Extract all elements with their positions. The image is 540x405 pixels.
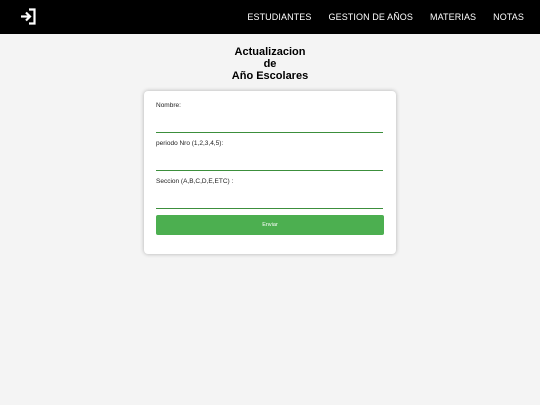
logout-icon[interactable] <box>20 8 36 25</box>
periodo-label: periodo Nro (1,2,3,4,5): <box>156 140 224 147</box>
seccion-label: Seccion (A,B,C,D,E,ETC) : <box>156 178 234 185</box>
submit-button[interactable]: Enviar <box>156 215 384 235</box>
navbar: ESTUDIANTES GESTION DE AÑOS MATERIAS NOT… <box>0 0 540 34</box>
page-title-line-2: de <box>263 58 277 70</box>
nav-link-estudiantes[interactable]: ESTUDIANTES <box>247 12 311 22</box>
page-title: Actualizacion de Año Escolares <box>0 46 540 82</box>
nombre-label: Nombre: <box>156 102 181 109</box>
nav-link-notas[interactable]: NOTAS <box>493 12 524 22</box>
nombre-input[interactable] <box>156 121 383 133</box>
nav-links: ESTUDIANTES GESTION DE AÑOS MATERIAS NOT… <box>247 0 524 34</box>
seccion-input[interactable] <box>156 197 383 209</box>
page-title-line-1: Actualizacion <box>234 46 306 58</box>
update-year-form: Nombre: periodo Nro (1,2,3,4,5): Seccion… <box>144 91 396 254</box>
periodo-input[interactable] <box>156 159 383 171</box>
nav-link-materias[interactable]: MATERIAS <box>430 12 476 22</box>
page-title-line-3: Año Escolares <box>231 70 309 82</box>
nav-link-gestion-de-anos[interactable]: GESTION DE AÑOS <box>328 12 413 22</box>
